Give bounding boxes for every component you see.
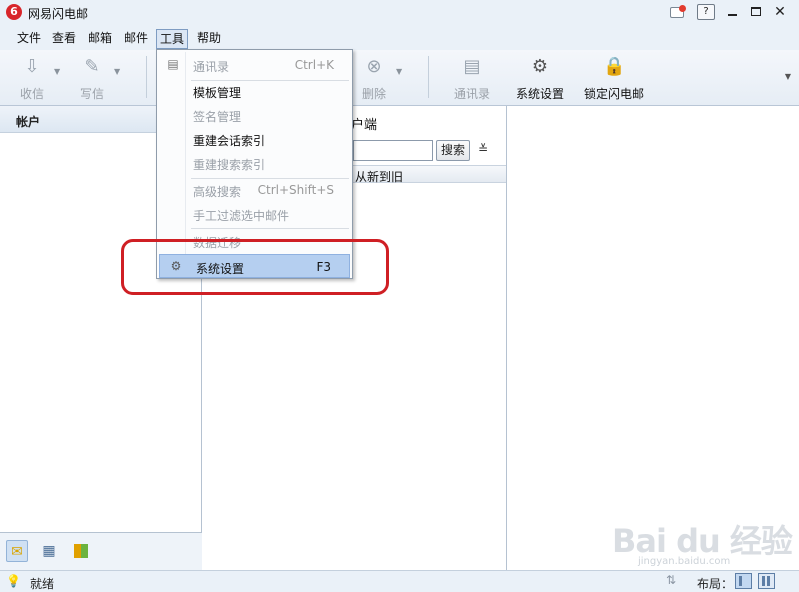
delete-dropdown-icon[interactable]: ▼ — [396, 67, 402, 76]
settings-label: 系统设置 — [515, 87, 564, 101]
menu-item-shortcut: F3 — [316, 260, 331, 274]
toolbar: ⇩ 收信 ▼ ✎ 写信 ▼ ⊗ 删除 ▼ ▤ 通讯录 ⚙ 系统设置 🔒 锁定闪电… — [0, 50, 799, 106]
menu-item-manual-filter[interactable]: 手工过滤选中邮件 — [157, 202, 352, 226]
menu-item-label: 重建会话索引 — [193, 134, 266, 148]
minimize-button[interactable] — [723, 4, 741, 20]
delete-icon: ⊗ — [366, 56, 382, 77]
tools-menu: ▤ 通讯录 Ctrl+K 模板管理 签名管理 重建会话索引 重建搜索索引 高级搜… — [156, 49, 353, 279]
toolbar-overflow-icon[interactable]: ▼ — [785, 72, 791, 81]
title-bar: 6 网易闪电邮 ? ✕ — [0, 0, 799, 26]
receive-dropdown-icon[interactable]: ▼ — [54, 67, 60, 76]
menu-item-template-manage[interactable]: 模板管理 — [157, 79, 352, 103]
lock-button[interactable]: 🔒 锁定闪电邮 — [582, 54, 646, 102]
menu-item-label: 数据迁移 — [193, 236, 242, 250]
maximize-button[interactable] — [747, 4, 765, 20]
view-switcher: ✉ ▦ — [0, 532, 202, 570]
search-input[interactable] — [353, 140, 433, 161]
receive-label: 收信 — [19, 87, 44, 101]
receive-icon: ⇩ — [24, 56, 40, 77]
menu-item-advanced-search[interactable]: 高级搜索 Ctrl+Shift+S — [157, 178, 352, 202]
menu-view[interactable]: 查看 — [49, 29, 79, 49]
menu-item-system-settings[interactable]: ⚙ 系统设置 F3 — [159, 254, 350, 278]
contacts-button[interactable]: ▤ 通讯录 — [452, 54, 492, 102]
reading-pane — [508, 106, 799, 570]
apps-icon[interactable] — [70, 540, 92, 562]
connection-icon: ⇅ — [666, 573, 677, 587]
menu-item-label: 模板管理 — [193, 86, 242, 100]
tip-bulb-icon: 💡 — [6, 574, 21, 588]
compose-label: 写信 — [79, 87, 104, 101]
help-icon[interactable]: ? — [697, 4, 715, 20]
menu-mailbox[interactable]: 邮箱 — [85, 29, 115, 49]
gear-icon: ⚙ — [170, 259, 182, 273]
lock-icon: 🔒 — [603, 56, 626, 77]
notification-icon[interactable] — [668, 4, 686, 20]
mail-list-title: 户端 — [351, 118, 378, 133]
menu-item-label: 通讯录 — [193, 60, 230, 74]
compose-icon: ✎ — [84, 56, 100, 77]
menu-item-shortcut: Ctrl+Shift+S — [257, 183, 334, 197]
menu-file[interactable]: 文件 — [14, 29, 44, 49]
menu-item-rebuild-conversation-index[interactable]: 重建会话索引 — [157, 127, 352, 151]
menu-item-label: 高级搜索 — [193, 185, 242, 199]
delete-label: 删除 — [361, 87, 386, 101]
layout-classic-icon[interactable] — [735, 573, 752, 589]
menu-item-rebuild-search-index[interactable]: 重建搜索索引 — [157, 151, 352, 175]
compose-button[interactable]: ✎ 写信 — [74, 54, 110, 102]
delete-button[interactable]: ⊗ 删除 — [358, 54, 390, 102]
settings-button[interactable]: ⚙ 系统设置 — [514, 54, 566, 102]
toolbar-divider — [428, 56, 429, 98]
toolbar-divider — [146, 56, 147, 98]
gear-icon: ⚙ — [531, 56, 549, 77]
sort-label: 从新到旧 — [355, 170, 404, 184]
menu-item-label: 签名管理 — [193, 110, 242, 124]
contacts-label: 通讯录 — [453, 87, 490, 101]
search-button[interactable]: 搜索 — [436, 140, 470, 161]
menu-bar: 文件 查看 邮箱 邮件 工具 帮助 — [0, 26, 799, 50]
menu-mail[interactable]: 邮件 — [121, 29, 151, 49]
compose-dropdown-icon[interactable]: ▼ — [114, 67, 120, 76]
menu-help[interactable]: 帮助 — [194, 29, 224, 49]
contacts-icon: ▤ — [463, 56, 481, 77]
menu-item-contacts[interactable]: ▤ 通讯录 Ctrl+K — [157, 53, 352, 77]
lock-label: 锁定闪电邮 — [583, 87, 644, 101]
status-text: 就绪 — [30, 577, 55, 591]
window-title: 网易闪电邮 — [28, 7, 89, 21]
close-button[interactable]: ✕ — [771, 4, 789, 20]
search-options-icon[interactable]: ≚ — [478, 142, 488, 156]
contacts-card-icon: ▤ — [167, 57, 179, 71]
menu-item-signature-manage[interactable]: 签名管理 — [157, 103, 352, 127]
app-logo-icon: 6 — [6, 4, 22, 20]
menu-item-shortcut: Ctrl+K — [294, 58, 334, 72]
layout-columns-icon[interactable] — [758, 573, 775, 589]
status-bar: 💡 就绪 ⇅ 布局： — [0, 570, 799, 592]
receive-button[interactable]: ⇩ 收信 — [14, 54, 50, 102]
menu-item-label: 手工过滤选中邮件 — [193, 209, 290, 223]
mail-view-icon[interactable]: ✉ — [6, 540, 28, 562]
calendar-icon[interactable]: ▦ — [38, 540, 60, 562]
layout-label: 布局： — [697, 577, 734, 591]
menu-tools[interactable]: 工具 — [156, 29, 189, 49]
menu-item-data-migration[interactable]: 数据迁移 — [157, 229, 352, 253]
menu-item-label: 系统设置 — [196, 262, 245, 276]
menu-item-label: 重建搜索索引 — [193, 158, 266, 172]
